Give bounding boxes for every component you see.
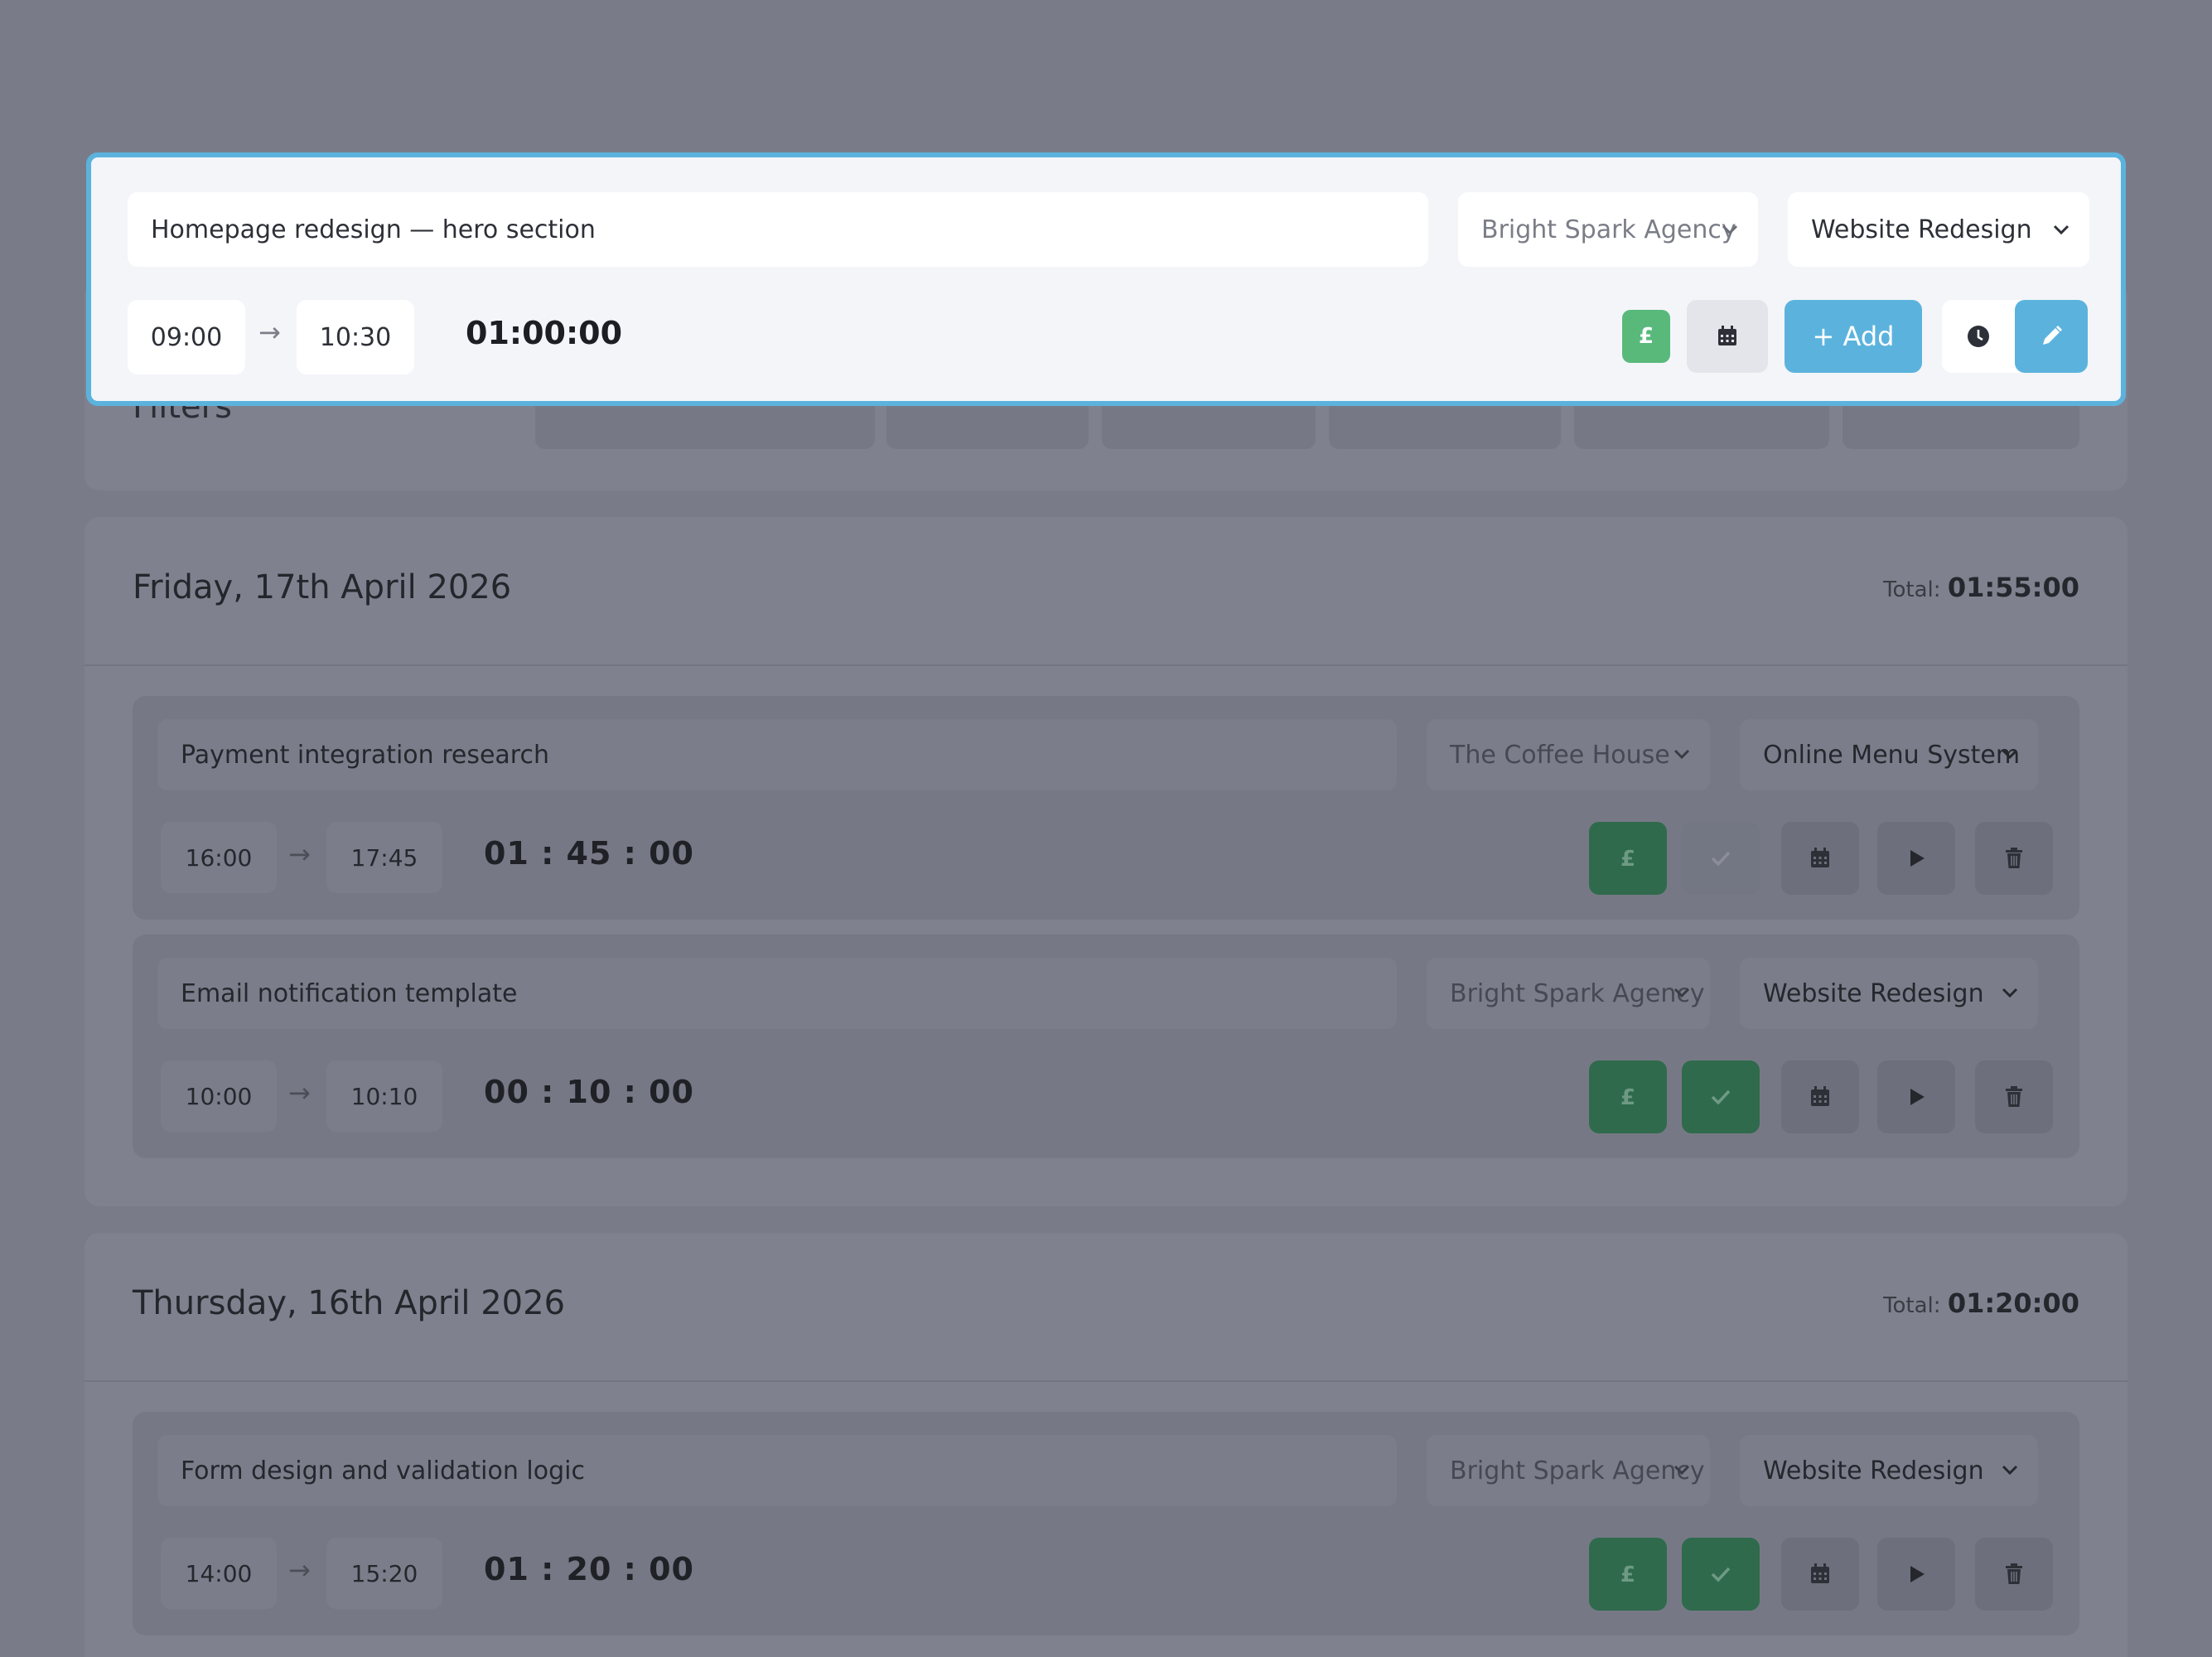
- play-button[interactable]: [1877, 1538, 1955, 1611]
- day-title: Friday, 17th April 2026: [133, 568, 512, 606]
- day-group: Thursday, 16th April 2026 Total: 01:20:0…: [85, 1233, 2127, 1657]
- end-time-input[interactable]: 17:45: [326, 822, 442, 893]
- delete-button[interactable]: [1975, 1060, 2053, 1133]
- day-title: Thursday, 16th April 2026: [133, 1284, 566, 1322]
- start-time-input[interactable]: 16:00: [161, 822, 277, 893]
- client-select[interactable]: Bright Spark Agency: [1427, 958, 1710, 1029]
- billable-toggle[interactable]: £: [1589, 822, 1667, 895]
- chevron-down-icon: [1673, 749, 1690, 760]
- svg-text:£: £: [1620, 1085, 1635, 1110]
- billed-toggle[interactable]: [1682, 1538, 1760, 1611]
- description-input[interactable]: Payment integration research: [157, 719, 1397, 790]
- entry-duration: 01 : 45 : 00: [484, 835, 694, 872]
- calendar-icon: [1811, 848, 1829, 867]
- pound-icon: £: [1620, 1085, 1635, 1110]
- time-arrow: →: [288, 838, 311, 870]
- entry-mode-toggle: [1942, 300, 2088, 373]
- pencil-icon: [2043, 326, 2062, 345]
- start-time-input[interactable]: 14:00: [161, 1538, 277, 1609]
- new-entry-form: Homepage redesign — hero section Bright …: [86, 152, 2126, 406]
- play-button[interactable]: [1877, 822, 1955, 895]
- entry-duration: 01:00:00: [466, 315, 623, 351]
- add-entry-button[interactable]: + Add: [1785, 300, 1922, 373]
- date-picker-button[interactable]: [1781, 822, 1859, 895]
- client-select[interactable]: Bright Spark Agency: [1427, 1435, 1710, 1506]
- date-picker-button[interactable]: [1687, 300, 1768, 373]
- trash-icon: [2006, 848, 2022, 868]
- calendar-icon: [1811, 1563, 1829, 1583]
- project-select[interactable]: Website Redesign: [1740, 1435, 2038, 1506]
- entry-duration: 00 : 10 : 00: [484, 1074, 694, 1110]
- client-select[interactable]: The Coffee House: [1427, 719, 1710, 790]
- chevron-down-icon: [2002, 988, 2018, 998]
- manual-mode-button[interactable]: [2015, 300, 2088, 373]
- start-time-input[interactable]: 09:00: [128, 300, 245, 374]
- billed-toggle[interactable]: [1682, 822, 1760, 895]
- date-picker-button[interactable]: [1781, 1538, 1859, 1611]
- trash-icon: [2006, 1086, 2022, 1107]
- chevron-down-icon: [1673, 1465, 1690, 1476]
- pound-icon: £: [1620, 1563, 1635, 1587]
- time-entry: Payment integration research The Coffee …: [133, 696, 2079, 920]
- check-icon: [1711, 851, 1731, 867]
- date-picker-button[interactable]: [1781, 1060, 1859, 1133]
- pound-icon: £: [1620, 847, 1635, 872]
- play-icon: [1910, 1566, 1925, 1582]
- project-select[interactable]: Online Menu System: [1740, 719, 2038, 790]
- delete-button[interactable]: [1975, 822, 2053, 895]
- billable-toggle[interactable]: £: [1589, 1538, 1667, 1611]
- start-time-input[interactable]: 10:00: [161, 1060, 277, 1132]
- chevron-down-icon: [2002, 1465, 2018, 1476]
- billed-toggle[interactable]: [1682, 1060, 1760, 1133]
- delete-button[interactable]: [1975, 1538, 2053, 1611]
- time-arrow: →: [258, 316, 281, 348]
- check-icon: [1711, 1567, 1731, 1582]
- timer-mode-button[interactable]: [1942, 300, 2015, 373]
- calendar-icon: [1718, 326, 1736, 345]
- end-time-input[interactable]: 10:30: [297, 300, 414, 374]
- play-icon: [1910, 1089, 1925, 1105]
- day-total: Total: 01:55:00: [1883, 572, 2079, 603]
- svg-text:£: £: [1620, 847, 1635, 872]
- chevron-down-icon: [1722, 225, 1738, 235]
- day-header: Friday, 17th April 2026 Total: 01:55:00: [85, 517, 2127, 666]
- trash-icon: [2006, 1563, 2022, 1584]
- project-select[interactable]: Website Redesign: [1740, 958, 2038, 1029]
- end-time-input[interactable]: 15:20: [326, 1538, 442, 1609]
- day-total: Total: 01:20:00: [1883, 1287, 2079, 1319]
- project-select[interactable]: Website Redesign: [1788, 192, 2089, 267]
- client-select[interactable]: Bright Spark Agency: [1458, 192, 1758, 267]
- end-time-input[interactable]: 10:10: [326, 1060, 442, 1132]
- billable-toggle[interactable]: £: [1622, 310, 1670, 363]
- clock-icon: [1968, 326, 1989, 347]
- chevron-down-icon: [1673, 988, 1690, 998]
- chevron-down-icon: [2002, 749, 2018, 760]
- entry-duration: 01 : 20 : 00: [484, 1551, 694, 1587]
- day-group: Friday, 17th April 2026 Total: 01:55:00 …: [85, 517, 2127, 1206]
- time-entry: Form design and validation logic Bright …: [133, 1412, 2079, 1635]
- chevron-down-icon: [2053, 225, 2070, 235]
- description-input[interactable]: Homepage redesign — hero section: [128, 192, 1428, 267]
- description-input[interactable]: Email notification template: [157, 958, 1397, 1029]
- time-entry: Email notification template Bright Spark…: [133, 935, 2079, 1158]
- svg-text:£: £: [1620, 1563, 1635, 1587]
- time-arrow: →: [288, 1077, 311, 1109]
- play-button[interactable]: [1877, 1060, 1955, 1133]
- day-header: Thursday, 16th April 2026 Total: 01:20:0…: [85, 1233, 2127, 1382]
- check-icon: [1711, 1089, 1731, 1105]
- play-icon: [1910, 850, 1925, 867]
- time-arrow: →: [288, 1554, 311, 1586]
- description-input[interactable]: Form design and validation logic: [157, 1435, 1397, 1506]
- calendar-icon: [1811, 1086, 1829, 1106]
- billable-toggle[interactable]: £: [1589, 1060, 1667, 1133]
